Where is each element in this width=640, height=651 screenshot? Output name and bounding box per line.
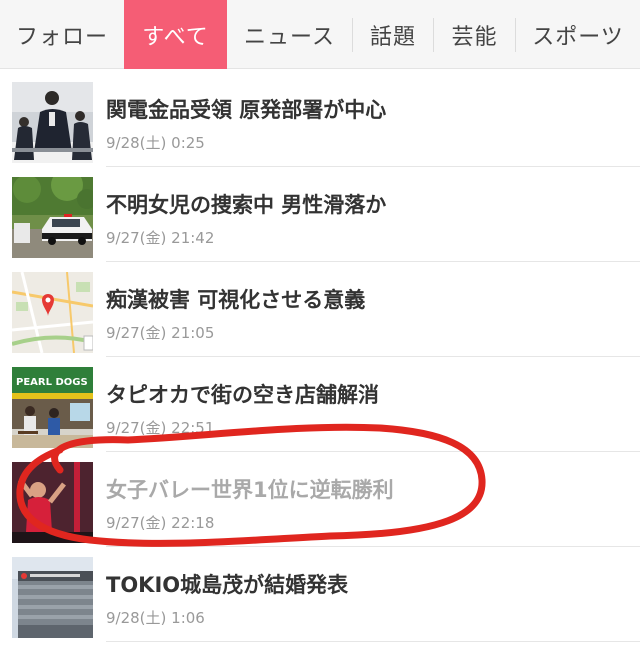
news-item[interactable]: 女子バレー世界1位に逆転勝利 9/27(金) 22:18	[0, 452, 640, 547]
news-item[interactable]: 痴漢被害 可視化させる意義 9/27(金) 21:05	[0, 262, 640, 357]
news-item[interactable]: PEARL DOGS タピオカで街の空き店舗解消 9/27(金) 22:51	[0, 357, 640, 452]
tab-follow[interactable]: フォロー	[0, 0, 124, 69]
news-title: タピオカで街の空き店舗解消	[106, 383, 379, 407]
building-thumbnail	[12, 557, 93, 638]
category-tab-bar: フォロー すべて ニュース 話題 芸能 スポーツ	[0, 0, 640, 69]
news-time: 9/27(金) 22:51	[106, 419, 215, 437]
press-conference-thumbnail	[12, 82, 93, 163]
tapioca-shop-thumbnail: PEARL DOGS	[12, 367, 93, 448]
tab-news[interactable]: ニュース	[227, 0, 352, 69]
row-divider	[106, 641, 640, 642]
news-time: 9/27(金) 21:42	[106, 229, 215, 247]
news-time: 9/27(金) 21:05	[106, 324, 215, 342]
tab-entertainment[interactable]: 芸能	[434, 0, 515, 69]
news-item[interactable]: 不明女児の捜索中 男性滑落か 9/27(金) 21:42	[0, 167, 640, 262]
shop-sign-text: PEARL DOGS	[16, 377, 88, 388]
tab-all[interactable]: すべて	[124, 0, 227, 69]
tab-sports[interactable]: スポーツ	[516, 0, 640, 69]
map-thumbnail	[12, 272, 93, 353]
news-time: 9/28(土) 1:06	[106, 609, 205, 627]
police-car-thumbnail	[12, 177, 93, 258]
news-title: 女子バレー世界1位に逆転勝利	[106, 478, 394, 502]
news-title: TOKIO城島茂が結婚発表	[106, 573, 349, 597]
news-title: 関電金品受領 原発部署が中心	[106, 98, 387, 122]
news-item[interactable]: TOKIO城島茂が結婚発表 9/28(土) 1:06	[0, 547, 640, 642]
news-app-screen: フォロー すべて ニュース 話題 芸能 スポーツ 関電金品受領 原発部署が中心 …	[0, 0, 640, 651]
volleyball-thumbnail	[12, 462, 93, 543]
news-item[interactable]: 関電金品受領 原発部署が中心 9/28(土) 0:25	[0, 72, 640, 167]
news-title: 不明女児の捜索中 男性滑落か	[106, 193, 387, 217]
tab-topics[interactable]: 話題	[353, 0, 433, 69]
news-title: 痴漢被害 可視化させる意義	[106, 288, 366, 312]
news-time: 9/28(土) 0:25	[106, 134, 205, 152]
news-time: 9/27(金) 22:18	[106, 514, 215, 532]
